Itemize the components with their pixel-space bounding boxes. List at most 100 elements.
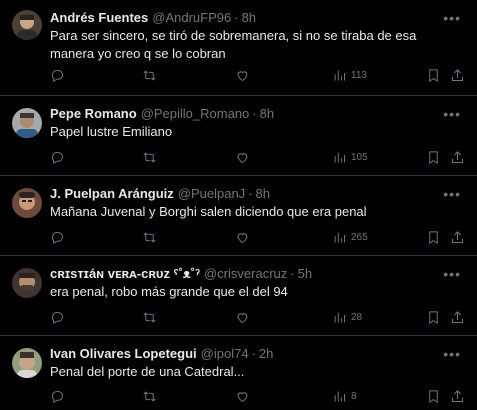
bookmark-icon	[429, 231, 438, 245]
author-name[interactable]: Ivan Olivares Lopetegui	[50, 346, 197, 362]
tweet-header: ᴄʀɪsᴛɪáɴ ᴠᴇʀᴀ-ᴄʀᴜᴢ ˁ˚ᴥ˚ˀ @crisveracruz ·…	[50, 266, 312, 282]
reply-icon	[51, 70, 63, 83]
bookmark-button[interactable]	[426, 230, 441, 245]
author-name[interactable]: J. Puelpan Aránguiz	[50, 186, 174, 202]
share-button[interactable]	[450, 389, 465, 404]
more-icon[interactable]: •••	[443, 106, 461, 122]
like-button[interactable]	[235, 150, 250, 165]
avatar[interactable]	[12, 108, 42, 138]
bookmark-button[interactable]	[426, 150, 441, 165]
tweet[interactable]: Pepe Romano @Pepillo_Romano · 8h ••• Pap…	[0, 96, 477, 176]
tweet-text: Para ser sincero, se tiró de sobremanera…	[50, 28, 417, 61]
reply-button[interactable]	[50, 310, 65, 325]
bookmark-icon	[429, 390, 438, 404]
views-button[interactable]: 113	[332, 68, 367, 83]
share-button[interactable]	[450, 310, 465, 325]
reply-icon	[51, 232, 63, 245]
tweet-actions: 28	[50, 310, 465, 328]
share-button[interactable]	[450, 230, 465, 245]
more-icon[interactable]: •••	[443, 346, 461, 362]
retweet-icon	[143, 152, 156, 163]
views-count: 8	[351, 391, 357, 402]
reply-button[interactable]	[50, 150, 65, 165]
views-count: 113	[351, 70, 367, 81]
avatar[interactable]	[12, 348, 42, 378]
timestamp[interactable]: 2h	[259, 346, 273, 362]
tweet-header: J. Puelpan Aránguiz @PuelpanJ · 8h	[50, 186, 270, 202]
share-button[interactable]	[450, 150, 465, 165]
retweet-icon	[143, 70, 156, 81]
bookmark-icon	[429, 311, 438, 325]
tweet[interactable]: ᴄʀɪsᴛɪáɴ ᴠᴇʀᴀ-ᴄʀᴜᴢ ˁ˚ᴥ˚ˀ @crisveracruz ·…	[0, 256, 477, 336]
retweet-button[interactable]	[142, 150, 157, 165]
tweet-actions: 265	[50, 230, 465, 248]
like-icon	[237, 392, 248, 403]
more-icon[interactable]: •••	[443, 266, 461, 282]
tweet[interactable]: Ivan Olivares Lopetegui @ipol74 · 2h •••…	[0, 336, 477, 410]
views-icon	[334, 232, 345, 243]
like-button[interactable]	[235, 68, 250, 83]
reply-button[interactable]	[50, 68, 65, 83]
like-button[interactable]	[235, 310, 250, 325]
share-icon	[452, 231, 463, 243]
reply-icon	[51, 312, 63, 325]
share-button[interactable]	[450, 68, 465, 83]
avatar[interactable]	[12, 268, 42, 298]
author-handle[interactable]: @PuelpanJ	[178, 186, 245, 202]
views-icon	[334, 70, 345, 81]
author-name[interactable]: Andrés Fuentes	[50, 10, 148, 26]
timestamp[interactable]: 8h	[242, 10, 256, 26]
like-icon	[237, 71, 248, 82]
retweet-button[interactable]	[142, 389, 157, 404]
reply-button[interactable]	[50, 230, 65, 245]
author-name[interactable]: ᴄʀɪsᴛɪáɴ ᴠᴇʀᴀ-ᴄʀᴜᴢ ˁ˚ᴥ˚ˀ	[50, 266, 200, 282]
retweet-icon	[143, 391, 156, 402]
tweet-text: era penal, robo más grande que el del 94	[50, 284, 288, 299]
tweet-text: Mañana Juvenal y Borghi salen diciendo q…	[50, 204, 367, 219]
separator: ·	[248, 186, 253, 201]
bookmark-button[interactable]	[426, 310, 441, 325]
tweet[interactable]: J. Puelpan Aránguiz @PuelpanJ · 8h ••• M…	[0, 176, 477, 256]
bookmark-button[interactable]	[426, 389, 441, 404]
views-button[interactable]: 28	[332, 310, 362, 325]
author-handle[interactable]: @ipol74	[201, 346, 249, 362]
share-icon	[452, 151, 463, 163]
bookmark-button[interactable]	[426, 68, 441, 83]
like-button[interactable]	[235, 230, 250, 245]
bookmark-icon	[429, 151, 438, 165]
reply-button[interactable]	[50, 389, 65, 404]
like-icon	[237, 313, 248, 324]
author-handle[interactable]: @AndruFP96	[152, 10, 231, 26]
author-handle[interactable]: @Pepillo_Romano	[141, 106, 250, 122]
more-icon[interactable]: •••	[443, 10, 461, 26]
views-count: 265	[351, 232, 368, 243]
tweet[interactable]: Andrés Fuentes @AndruFP96 · 8h ••• Para …	[0, 0, 477, 96]
retweet-button[interactable]	[142, 68, 157, 83]
retweet-icon	[143, 232, 156, 243]
timestamp[interactable]: 8h	[256, 186, 270, 202]
views-button[interactable]: 265	[332, 230, 368, 245]
like-icon	[237, 153, 248, 164]
views-count: 28	[351, 312, 363, 323]
timestamp[interactable]: 8h	[260, 106, 274, 122]
tweet-header: Pepe Romano @Pepillo_Romano · 8h	[50, 106, 274, 122]
tweet-actions: 113	[50, 68, 465, 86]
more-icon[interactable]: •••	[443, 186, 461, 202]
avatar[interactable]	[12, 10, 42, 40]
timestamp[interactable]: 5h	[298, 266, 312, 282]
retweet-button[interactable]	[142, 230, 157, 245]
bookmark-icon	[429, 69, 438, 83]
author-name[interactable]: Pepe Romano	[50, 106, 137, 122]
retweet-button[interactable]	[142, 310, 157, 325]
tweet-actions: 8	[50, 389, 465, 407]
avatar[interactable]	[12, 188, 42, 218]
views-button[interactable]: 105	[332, 150, 368, 165]
tweet-header: Andrés Fuentes @AndruFP96 · 8h	[50, 10, 256, 26]
author-handle[interactable]: @crisveracruz	[204, 266, 287, 282]
separator: ·	[234, 10, 239, 25]
separator: ·	[251, 346, 256, 361]
views-button[interactable]: 8	[332, 389, 357, 404]
tweet-header: Ivan Olivares Lopetegui @ipol74 · 2h	[50, 346, 273, 362]
tweet-text: Papel lustre Emiliano	[50, 124, 173, 139]
like-button[interactable]	[235, 389, 250, 404]
